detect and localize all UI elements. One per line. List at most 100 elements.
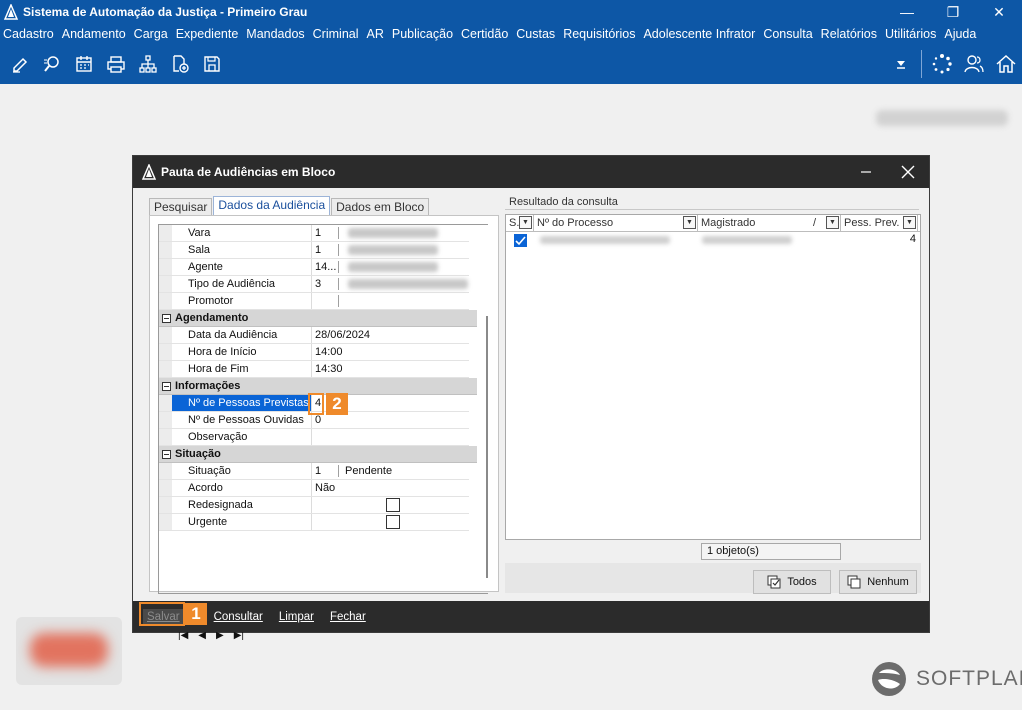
table-row[interactable]: 4	[506, 232, 920, 248]
value-vara: 1	[315, 227, 322, 239]
users-icon[interactable]	[958, 46, 990, 82]
brand-logo: SOFTPLAN	[870, 660, 1022, 698]
close-window-button[interactable]: ✕	[976, 0, 1022, 24]
col-magistrado[interactable]: Magistrado / ▼	[698, 215, 841, 231]
row-urgente[interactable]: Urgente	[159, 514, 469, 531]
row-hora-inicio[interactable]: Hora de Início 14:00	[159, 344, 469, 361]
limpar-button[interactable]: Limpar	[279, 611, 314, 623]
section-agendamento[interactable]: Agendamento	[159, 310, 477, 327]
tab-dados-em-bloco[interactable]: Dados em Bloco	[331, 198, 430, 215]
select-all-button[interactable]: Todos	[753, 570, 831, 594]
label-situacao: Situação	[172, 463, 312, 479]
label-data-audiencia: Data da Audiência	[172, 327, 312, 343]
dialog-close-button[interactable]	[887, 156, 929, 188]
tab-pesquisar[interactable]: Pesquisar	[149, 198, 213, 215]
dropdown-arrow-icon[interactable]	[885, 46, 917, 82]
row-situacao[interactable]: Situação 1 Pendente	[159, 463, 469, 480]
window-controls: — ❐ ✕	[884, 0, 1022, 24]
menu-carga[interactable]: Carga	[134, 27, 168, 41]
chevron-down-icon[interactable]: ▼	[903, 216, 916, 229]
printer-icon[interactable]	[100, 46, 132, 82]
add-document-icon[interactable]	[164, 46, 196, 82]
callout-2: 2	[326, 393, 348, 415]
dialog-titlebar: Pauta de Audiências em Bloco	[133, 156, 929, 188]
chevron-down-icon[interactable]: ▼	[826, 216, 839, 229]
select-none-button[interactable]: Nenhum	[839, 570, 917, 594]
value-acordo[interactable]: Não	[312, 480, 469, 496]
value-observacao[interactable]	[312, 429, 469, 445]
label-agente: Agente	[172, 259, 312, 275]
redesignada-checkbox[interactable]	[386, 498, 400, 512]
search-process-icon[interactable]	[36, 46, 68, 82]
row-hora-fim[interactable]: Hora de Fim 14:30	[159, 361, 469, 378]
select-all-icon	[767, 575, 781, 589]
loading-icon[interactable]	[926, 46, 958, 82]
collapse-icon[interactable]	[162, 313, 171, 323]
row-tipo-audiencia[interactable]: Tipo de Audiência 3	[159, 276, 469, 293]
menu-cadastro[interactable]: Cadastro	[3, 27, 54, 41]
col-select[interactable]: S. ▼	[506, 215, 534, 231]
menu-mandados[interactable]: Mandados	[246, 27, 304, 41]
menu-adolescente-infrator[interactable]: Adolescente Infrator	[643, 27, 755, 41]
menu-ar[interactable]: AR	[367, 27, 384, 41]
row-promotor[interactable]: Promotor	[159, 293, 469, 310]
home-icon[interactable]	[990, 46, 1022, 82]
result-count: 1 objeto(s)	[701, 543, 841, 560]
menu-ajuda[interactable]: Ajuda	[944, 27, 976, 41]
label-tipo-audiencia: Tipo de Audiência	[172, 276, 312, 292]
col-pess-prev[interactable]: Pess. Prev. ▼	[841, 215, 918, 231]
value-hora-inicio: 14:00	[315, 346, 343, 358]
dialog-minimize-button[interactable]	[845, 156, 887, 188]
label-pessoas-ouvidas: Nº de Pessoas Ouvidas	[172, 412, 312, 428]
label-redesignada: Redesignada	[172, 497, 312, 513]
minimize-button[interactable]: —	[884, 0, 930, 24]
menu-expediente[interactable]: Expediente	[176, 27, 239, 41]
calendar-icon[interactable]	[68, 46, 100, 82]
result-grid: S. ▼ Nº do Processo ▼ Magistrado / ▼ Pess. P…	[505, 214, 921, 540]
urgente-checkbox[interactable]	[386, 515, 400, 529]
row-vara[interactable]: Vara 1	[159, 225, 469, 242]
menu-bar: Cadastro Andamento Carga Expediente Mand…	[0, 24, 1022, 44]
menu-requisitorios[interactable]: Requisitórios	[563, 27, 635, 41]
hierarchy-icon[interactable]	[132, 46, 164, 82]
tab-dados-da-audiencia[interactable]: Dados da Audiência	[213, 196, 331, 215]
app-logo-icon	[3, 4, 19, 20]
row-sala[interactable]: Sala 1	[159, 242, 469, 259]
chevron-down-icon[interactable]: ▼	[519, 216, 532, 229]
menu-utilitarios[interactable]: Utilitários	[885, 27, 936, 41]
consultar-button[interactable]: Consultar	[214, 611, 263, 623]
menu-custas[interactable]: Custas	[516, 27, 555, 41]
menu-consulta[interactable]: Consulta	[763, 27, 812, 41]
menu-andamento[interactable]: Andamento	[62, 27, 126, 41]
row-observacao[interactable]: Observação	[159, 429, 469, 446]
menu-publicacao[interactable]: Publicação	[392, 27, 453, 41]
blurred-badge	[16, 617, 122, 685]
blurred-user-info	[876, 110, 1008, 126]
collapse-icon[interactable]	[162, 381, 171, 391]
value-tipo-audiencia: 3	[315, 278, 322, 290]
col-processo[interactable]: Nº do Processo ▼	[534, 215, 698, 231]
row-pess-prev: 4	[909, 233, 916, 245]
section-situacao[interactable]: Situação	[159, 446, 477, 463]
menu-criminal[interactable]: Criminal	[313, 27, 359, 41]
row-redesignada[interactable]: Redesignada	[159, 497, 469, 514]
row-acordo[interactable]: Acordo Não	[159, 480, 469, 497]
collapse-icon[interactable]	[162, 449, 171, 459]
dialog-tabs: Pesquisar Dados da Audiência Dados em Bl…	[149, 196, 430, 215]
menu-certidao[interactable]: Certidão	[461, 27, 508, 41]
value-situacao-code: 1	[315, 465, 322, 477]
toolbar-separator	[921, 50, 922, 78]
row-checkbox[interactable]	[514, 234, 527, 247]
callout-1: 1	[185, 603, 207, 625]
menu-relatorios[interactable]: Relatórios	[821, 27, 877, 41]
chevron-down-icon[interactable]: ▼	[683, 216, 696, 229]
edit-icon[interactable]	[4, 46, 36, 82]
label-hora-fim: Hora de Fim	[172, 361, 312, 377]
grid-scrollbar[interactable]	[486, 316, 488, 578]
restore-button[interactable]: ❐	[930, 0, 976, 24]
row-agente[interactable]: Agente 14...	[159, 259, 469, 276]
row-data-audiencia[interactable]: Data da Audiência 28/06/2024	[159, 327, 469, 344]
fechar-button[interactable]: Fechar	[330, 611, 366, 623]
section-agendamento-title: Agendamento	[175, 312, 249, 324]
folder-icon[interactable]	[196, 46, 228, 82]
